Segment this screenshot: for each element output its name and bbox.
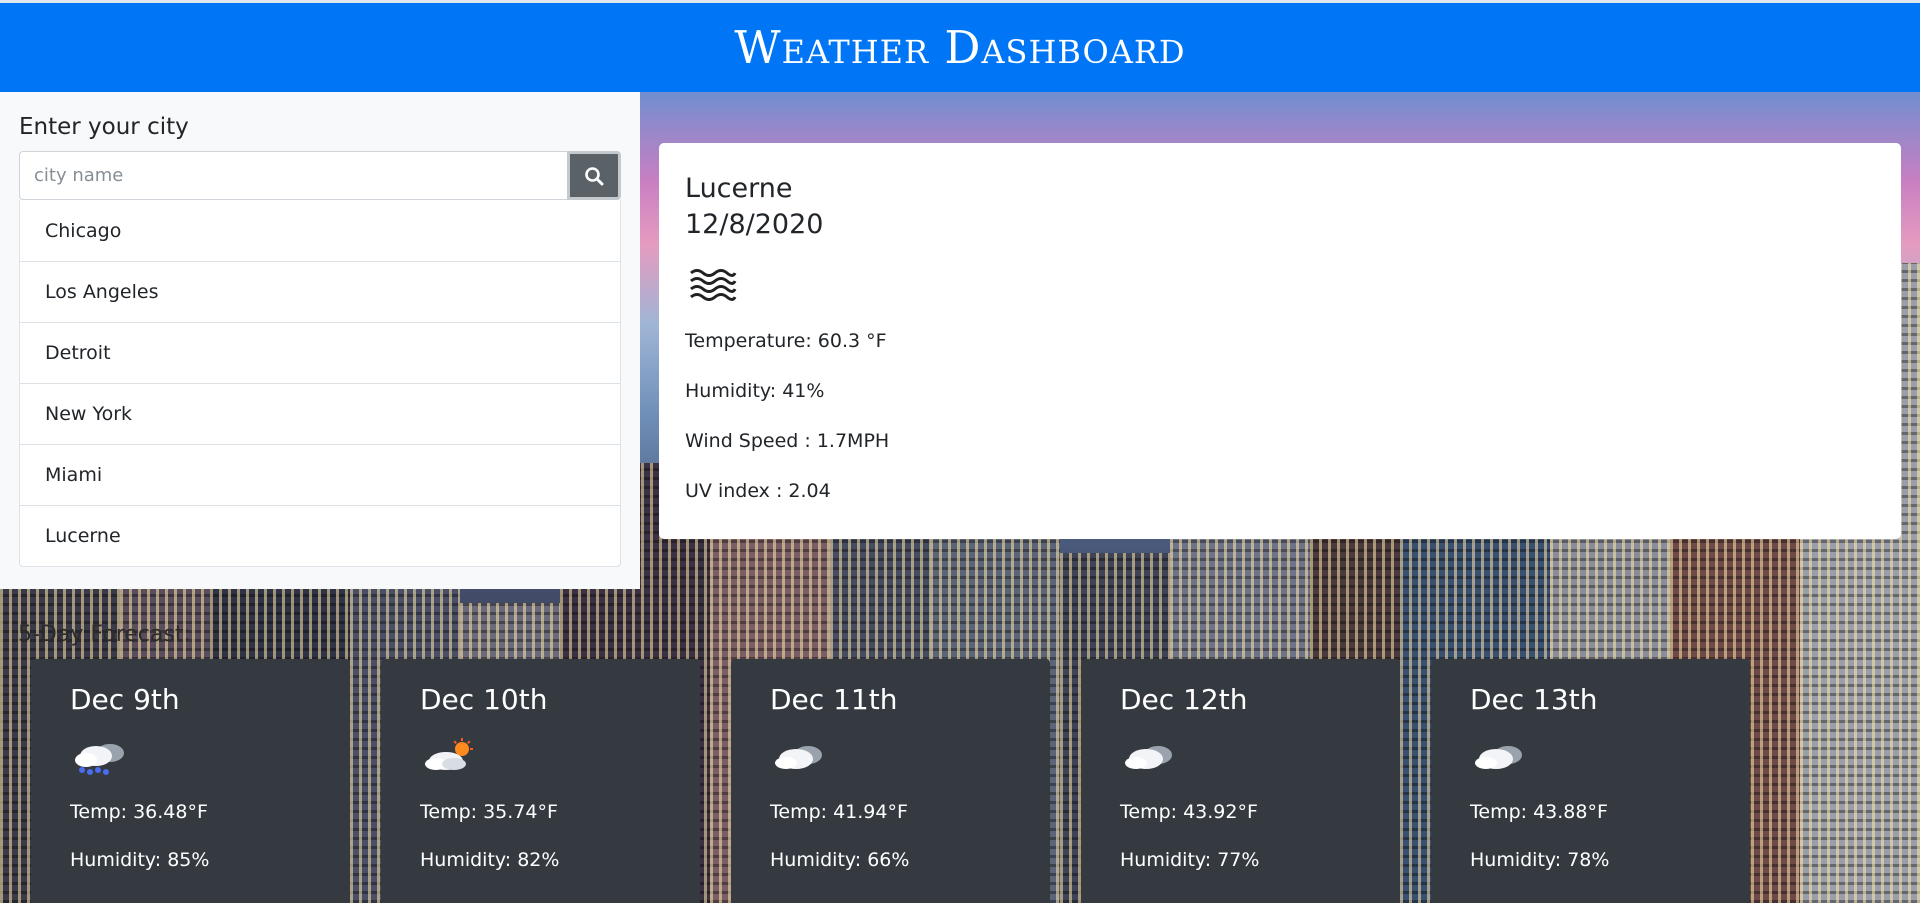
forecast-card: Dec 9th Temp: 36.48°F Humidity: 85%	[31, 659, 350, 903]
mist-icon	[689, 267, 1875, 307]
cloud-icon	[772, 737, 1011, 783]
forecast-temp: Temp: 41.94°F	[770, 801, 908, 823]
forecast-date: Dec 11th	[770, 683, 898, 716]
search-icon	[585, 166, 604, 185]
app-header: Weather Dashboard	[0, 0, 1920, 92]
current-city-name: Lucerne	[685, 173, 793, 204]
cloud-icon	[1122, 737, 1361, 783]
current-uv-index: UV index : 2.04	[685, 480, 831, 502]
forecast-temp: Temp: 43.92°F	[1120, 801, 1258, 823]
city-list-item[interactable]: Detroit	[20, 322, 620, 383]
forecast-humidity: Humidity: 66%	[770, 849, 910, 871]
sidebar-title: Enter your city	[19, 114, 189, 140]
current-wind-speed: Wind Speed : 1.7MPH	[685, 430, 890, 452]
city-list-item[interactable]: Lucerne	[20, 505, 620, 566]
current-temperature: Temperature: 60.3 °F	[685, 330, 887, 352]
forecast-date: Dec 9th	[70, 683, 180, 716]
forecast-temp: Temp: 43.88°F	[1470, 801, 1608, 823]
forecast-humidity: Humidity: 82%	[420, 849, 560, 871]
forecast-card: Dec 13th Temp: 43.88°F Humidity: 78%	[1431, 659, 1750, 903]
snow-cloud-icon	[72, 737, 311, 783]
forecast-date: Dec 10th	[420, 683, 548, 716]
forecast-humidity: Humidity: 77%	[1120, 849, 1260, 871]
city-list-item[interactable]: Miami	[20, 444, 620, 505]
forecast-card: Dec 11th Temp: 41.94°F Humidity: 66%	[731, 659, 1050, 903]
search-button[interactable]	[567, 151, 621, 200]
forecast-date: Dec 13th	[1470, 683, 1598, 716]
city-list-item[interactable]: New York	[20, 383, 620, 444]
current-date: 12/8/2020	[685, 209, 824, 240]
forecast-card: Dec 12th Temp: 43.92°F Humidity: 77%	[1081, 659, 1400, 903]
city-history-list: Chicago Los Angeles Detroit New York Mia…	[19, 200, 621, 567]
forecast-temp: Temp: 35.74°F	[420, 801, 558, 823]
city-list-item[interactable]: Chicago	[20, 200, 620, 261]
city-search-input[interactable]	[19, 151, 567, 200]
cloud-icon	[1472, 737, 1711, 783]
forecast-row: Dec 9th Temp: 36.48°F Humidity: 85% Dec …	[31, 659, 1750, 903]
forecast-humidity: Humidity: 78%	[1470, 849, 1610, 871]
current-humidity: Humidity: 41%	[685, 380, 825, 402]
search-row	[19, 151, 621, 200]
forecast-heading: 5-Day Forecast:	[18, 622, 191, 647]
forecast-date: Dec 12th	[1120, 683, 1248, 716]
search-sidebar: Enter your city Chicago Los Angeles Detr…	[0, 92, 640, 589]
city-list-item[interactable]: Los Angeles	[20, 261, 620, 322]
forecast-humidity: Humidity: 85%	[70, 849, 210, 871]
page-title: Weather Dashboard	[734, 21, 1186, 74]
forecast-card: Dec 10th Temp: 35.74°F Humidity: 82%	[381, 659, 700, 903]
sun-cloud-icon	[422, 737, 661, 783]
current-weather-card: Lucerne 12/8/2020 Temperature: 60.3 °F H…	[659, 143, 1901, 539]
forecast-temp: Temp: 36.48°F	[70, 801, 208, 823]
